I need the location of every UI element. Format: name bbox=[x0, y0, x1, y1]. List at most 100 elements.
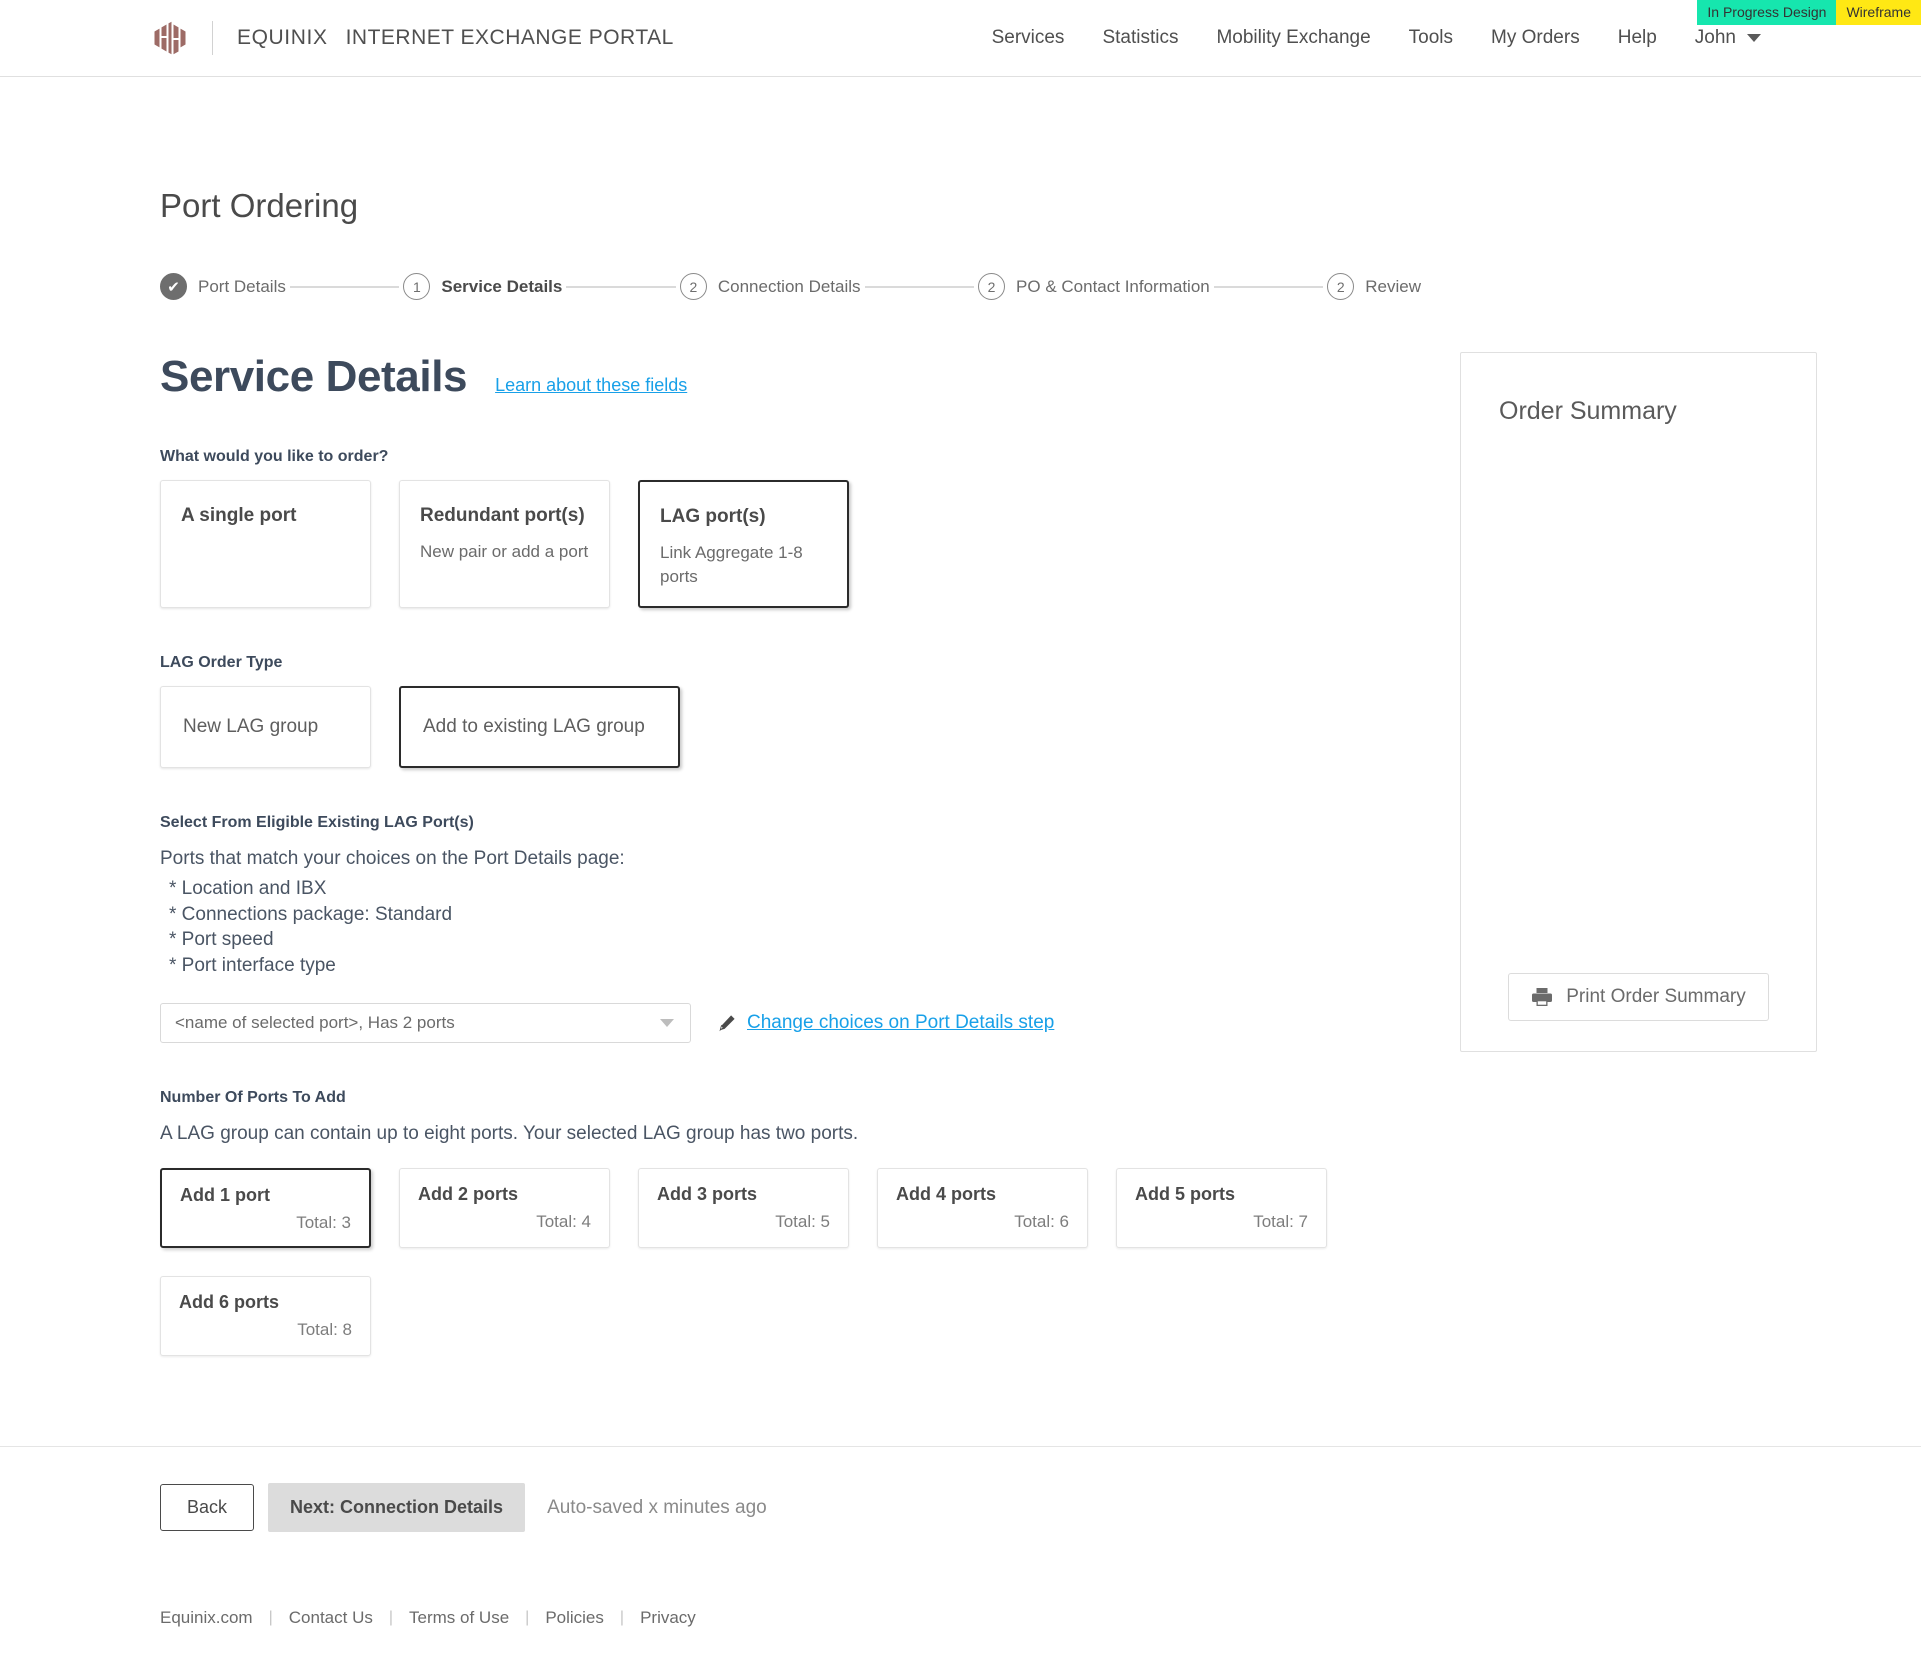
order-question-label: What would you like to order? bbox=[160, 448, 389, 465]
change-choices-link[interactable]: Change choices on Port Details step bbox=[747, 1012, 1054, 1034]
ports-to-add-label: Number Of Ports To Add bbox=[160, 1088, 346, 1106]
stepper-connector bbox=[864, 285, 975, 288]
footer-separator: | bbox=[525, 1609, 530, 1627]
print-order-summary-button[interactable]: Print Order Summary bbox=[1508, 973, 1769, 1021]
order-option-redundant-ports[interactable]: Redundant port(s) New pair or add a port bbox=[399, 480, 610, 609]
port-count-option-2[interactable]: Add 2 ports Total: 4 bbox=[399, 1168, 610, 1249]
order-summary-panel: Order Summary Print Order Summary bbox=[1460, 352, 1817, 1052]
next-connection-details-button[interactable]: Next: Connection Details bbox=[268, 1483, 526, 1533]
option-title: A single port bbox=[181, 505, 297, 526]
brand[interactable]: EQUINIX INTERNET EXCHANGE PORTAL bbox=[150, 20, 674, 56]
option-title: Redundant port(s) bbox=[420, 505, 585, 526]
option-total: Total: 5 bbox=[775, 1212, 830, 1232]
option-total: Total: 6 bbox=[1014, 1212, 1069, 1232]
order-summary-title: Order Summary bbox=[1499, 397, 1677, 425]
stepper-step-port-details[interactable]: ✔ Port Details bbox=[160, 273, 286, 300]
option-title: Add 3 ports bbox=[657, 1184, 758, 1205]
chevron-down-icon bbox=[1747, 34, 1761, 42]
eligible-criteria-list: * Location and IBX * Connections package… bbox=[169, 876, 1400, 979]
order-type-card-group: A single port Redundant port(s) New pair… bbox=[160, 480, 1400, 609]
user-name[interactable]: John bbox=[1695, 27, 1736, 49]
step-label: PO & Contact Information bbox=[1016, 276, 1210, 296]
option-title: Add 5 ports bbox=[1135, 1184, 1236, 1205]
criteria-item: * Location and IBX bbox=[169, 878, 327, 900]
pencil-edit-icon bbox=[719, 1014, 735, 1031]
stepper-step-po-contact-information[interactable]: 2 PO & Contact Information bbox=[978, 273, 1210, 300]
option-title: LAG port(s) bbox=[660, 506, 766, 527]
port-count-option-6[interactable]: Add 6 ports Total: 8 bbox=[160, 1276, 371, 1357]
footer-link-terms-of-use[interactable]: Terms of Use bbox=[409, 1608, 509, 1628]
step-marker-icon: 2 bbox=[679, 273, 707, 300]
progress-stepper: ✔ Port Details 1 Service Details 2 Conne… bbox=[160, 273, 1921, 300]
footer-link-policies[interactable]: Policies bbox=[545, 1608, 604, 1628]
stepper-connector bbox=[566, 285, 676, 288]
learn-about-fields-link[interactable]: Learn about these fields bbox=[495, 375, 687, 396]
option-title: Add 4 ports bbox=[896, 1184, 997, 1205]
status-badge-wireframe: Wireframe bbox=[1836, 0, 1921, 25]
option-total: Total: 3 bbox=[296, 1213, 351, 1233]
footer-link-contact-us[interactable]: Contact Us bbox=[289, 1608, 373, 1628]
option-subtitle: New pair or add a port bbox=[420, 541, 589, 561]
section-title: Service Details bbox=[160, 352, 468, 401]
user-menu[interactable]: John bbox=[1695, 27, 1761, 49]
nav-item-help[interactable]: Help bbox=[1618, 27, 1657, 49]
section-header: Service Details Learn about these fields bbox=[160, 352, 1400, 402]
nav-item-tools[interactable]: Tools bbox=[1409, 27, 1453, 49]
nav-item-services[interactable]: Services bbox=[992, 27, 1065, 49]
step-marker-icon: 2 bbox=[1327, 273, 1355, 300]
order-option-lag-ports[interactable]: LAG port(s) Link Aggregate 1-8 ports bbox=[638, 480, 849, 609]
option-title: Add to existing LAG group bbox=[423, 716, 645, 738]
footer-separator: | bbox=[388, 1609, 394, 1627]
step-marker-icon: 2 bbox=[978, 273, 1006, 300]
status-badge-in-progress-design: In Progress Design bbox=[1697, 0, 1837, 25]
option-total: Total: 7 bbox=[1253, 1212, 1308, 1232]
brand-name: EQUINIX bbox=[237, 26, 328, 49]
port-count-option-4[interactable]: Add 4 ports Total: 6 bbox=[877, 1168, 1088, 1249]
port-count-option-3[interactable]: Add 3 ports Total: 5 bbox=[638, 1168, 849, 1249]
stepper-step-service-details[interactable]: 1 Service Details bbox=[403, 273, 562, 300]
step-label: Service Details bbox=[441, 276, 563, 296]
footer-separator: | bbox=[268, 1609, 273, 1627]
select-value: <name of selected port>, Has 2 ports bbox=[175, 1012, 455, 1032]
step-marker-icon: ✔ bbox=[160, 273, 187, 300]
autosave-status: Auto-saved x minutes ago bbox=[547, 1496, 767, 1518]
nav-item-my-orders[interactable]: My Orders bbox=[1491, 27, 1580, 49]
change-choices-group: Change choices on Port Details step bbox=[717, 1012, 1054, 1034]
footer-link-privacy[interactable]: Privacy bbox=[640, 1608, 696, 1628]
port-count-option-5[interactable]: Add 5 ports Total: 7 bbox=[1116, 1168, 1327, 1249]
port-count-option-1[interactable]: Add 1 port Total: 3 bbox=[160, 1168, 371, 1249]
equinix-logo-icon bbox=[154, 21, 186, 55]
lag-order-type-card-group: New LAG group Add to existing LAG group bbox=[160, 686, 1400, 769]
nav-item-mobility-exchange[interactable]: Mobility Exchange bbox=[1216, 27, 1370, 49]
criteria-item: * Connections package: Standard bbox=[169, 903, 453, 925]
stepper-step-review[interactable]: 2 Review bbox=[1327, 273, 1421, 300]
existing-lag-port-select[interactable]: <name of selected port>, Has 2 ports bbox=[160, 1002, 691, 1043]
product-name: INTERNET EXCHANGE PORTAL bbox=[345, 26, 674, 49]
option-title: Add 1 port bbox=[180, 1185, 270, 1206]
option-title: New LAG group bbox=[183, 716, 319, 738]
back-button[interactable]: Back bbox=[160, 1484, 255, 1532]
page-content: Port Ordering ✔ Port Details 1 Service D… bbox=[0, 77, 1921, 1357]
port-select-row: <name of selected port>, Has 2 ports Cha… bbox=[160, 1002, 1400, 1043]
nav-item-statistics[interactable]: Statistics bbox=[1102, 27, 1178, 49]
criteria-item: * Port speed bbox=[169, 929, 274, 951]
lag-option-new-group[interactable]: New LAG group bbox=[160, 686, 371, 769]
order-option-single-port[interactable]: A single port bbox=[160, 480, 371, 609]
option-total: Total: 4 bbox=[536, 1212, 591, 1232]
eligible-lag-ports-label: Select From Eligible Existing LAG Port(s… bbox=[160, 814, 474, 832]
footer-link-equinix-com[interactable]: Equinix.com bbox=[160, 1608, 253, 1628]
option-total: Total: 8 bbox=[297, 1320, 352, 1340]
step-marker-icon: 1 bbox=[403, 273, 431, 300]
status-badges: In Progress Design Wireframe bbox=[1697, 0, 1921, 25]
printer-icon bbox=[1532, 988, 1553, 1006]
eligible-intro-text: Ports that match your choices on the Por… bbox=[160, 848, 625, 870]
stepper-step-connection-details[interactable]: 2 Connection Details bbox=[679, 273, 861, 300]
chevron-down-icon bbox=[660, 1018, 674, 1027]
print-button-label: Print Order Summary bbox=[1566, 986, 1746, 1007]
step-label: Connection Details bbox=[717, 276, 861, 296]
order-summary-column: Order Summary Print Order Summary bbox=[1400, 352, 1817, 1052]
port-count-card-group: Add 1 port Total: 3 Add 2 ports Total: 4… bbox=[160, 1168, 1340, 1357]
lag-order-type-label: LAG Order Type bbox=[160, 654, 283, 672]
step-label: Port Details bbox=[198, 276, 286, 296]
lag-option-add-existing-group[interactable]: Add to existing LAG group bbox=[399, 686, 680, 769]
